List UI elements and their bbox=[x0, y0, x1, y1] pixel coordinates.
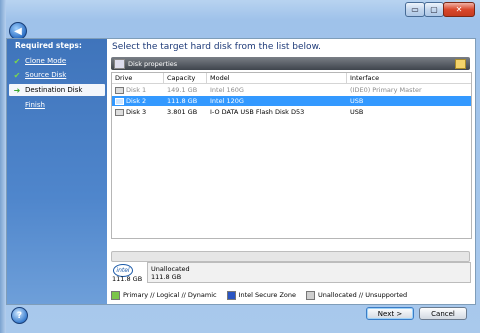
hard-disk-icon bbox=[115, 86, 124, 94]
wizard-body: Required steps: ✔ Clone Mode ✔ Source Di… bbox=[6, 38, 476, 305]
table-header: Drive Capacity Model Interface bbox=[112, 73, 471, 84]
legend-item-secure-zone: Intel Secure Zone bbox=[226, 290, 296, 300]
arrow-right-icon: ➜ bbox=[13, 85, 21, 95]
column-header-model[interactable]: Model bbox=[207, 73, 347, 83]
check-icon: ✔ bbox=[13, 56, 21, 66]
legend-item-primary: Primary // Logical // Dynamic bbox=[111, 290, 217, 300]
sidebar-item-finish[interactable]: Finish bbox=[9, 99, 105, 111]
drive-cell: Disk 2 bbox=[115, 96, 146, 106]
table-row[interactable]: Disk 1 149.1 GB Intel 160G (IDE0) Primar… bbox=[112, 85, 471, 95]
drive-cell: Disk 1 bbox=[115, 85, 146, 95]
hard-disk-icon bbox=[115, 97, 124, 105]
hard-disk-icon bbox=[115, 108, 124, 116]
capacity-cell: 111.8 GB bbox=[167, 97, 198, 105]
interface-cell: USB bbox=[350, 108, 364, 116]
legend-swatch bbox=[111, 290, 120, 300]
interface-cell: USB bbox=[350, 97, 364, 105]
column-header-drive[interactable]: Drive bbox=[112, 73, 164, 83]
partition-legend: Primary // Logical // Dynamic Intel Secu… bbox=[111, 290, 470, 300]
disk-table: Drive Capacity Model Interface Disk 1 14… bbox=[111, 72, 472, 239]
check-icon: ✔ bbox=[13, 70, 21, 80]
sidebar-item-destination-disk[interactable]: ➜ Destination Disk bbox=[9, 84, 105, 96]
disk-map-scrollbar[interactable] bbox=[111, 251, 470, 262]
capacity-cell: 149.1 GB bbox=[167, 86, 198, 94]
minimize-button[interactable]: ▭ bbox=[405, 2, 425, 17]
interface-cell: (IDE0) Primary Master bbox=[350, 86, 422, 94]
help-button[interactable]: ? bbox=[11, 307, 28, 324]
model-cell: I-O DATA USB Flash Disk D53 bbox=[210, 108, 305, 116]
sidebar-item-label: Finish bbox=[25, 101, 45, 109]
step-pending-icon bbox=[12, 100, 22, 110]
next-button[interactable]: Next > bbox=[366, 307, 414, 320]
main-content: Select the target hard disk from the lis… bbox=[107, 39, 475, 304]
partition-label: Unallocated bbox=[151, 265, 190, 273]
disk-map: intel 111.8 GB Unallocated 111.8 GB bbox=[111, 251, 471, 283]
capacity-cell: 3.801 GB bbox=[167, 108, 198, 116]
sidebar-item-source-disk[interactable]: ✔ Source Disk bbox=[9, 69, 105, 81]
model-cell: Intel 120G bbox=[210, 97, 244, 105]
unallocated-partition[interactable]: Unallocated 111.8 GB bbox=[147, 262, 471, 283]
table-row[interactable]: Disk 3 3.801 GB I-O DATA USB Flash Disk … bbox=[112, 107, 471, 117]
steps-sidebar: Required steps: ✔ Clone Mode ✔ Source Di… bbox=[7, 39, 107, 304]
model-cell: Intel 160G bbox=[210, 86, 244, 94]
sidebar-item-clone-mode[interactable]: ✔ Clone Mode bbox=[9, 55, 105, 67]
disk-properties-button[interactable]: Disk properties bbox=[128, 60, 177, 68]
legend-swatch bbox=[226, 290, 236, 300]
wizard-window: ▭ ▢ ✕ ◀ Required steps: ✔ Clone Mode ✔ S… bbox=[0, 0, 480, 333]
close-button[interactable]: ✕ bbox=[443, 2, 475, 17]
sidebar-item-label: Clone Mode bbox=[25, 57, 67, 65]
back-arrow-icon: ◀ bbox=[14, 25, 22, 37]
sidebar-item-label: Destination Disk bbox=[25, 86, 83, 94]
legend-swatch bbox=[306, 290, 316, 300]
close-icon: ✕ bbox=[455, 5, 463, 14]
legend-item-unallocated: Unallocated // Unsupported bbox=[306, 290, 407, 300]
folder-icon[interactable] bbox=[455, 59, 466, 69]
disk-size-label: 111.8 GB bbox=[112, 275, 143, 283]
disk-toolbar: Disk properties bbox=[111, 57, 470, 70]
help-icon: ? bbox=[16, 310, 23, 321]
title-bar: ▭ ▢ ✕ bbox=[0, 0, 480, 20]
sidebar-item-label: Source Disk bbox=[25, 71, 67, 79]
drive-cell: Disk 3 bbox=[115, 107, 146, 117]
partition-size: 111.8 GB bbox=[151, 273, 182, 281]
disk-properties-icon bbox=[114, 58, 125, 69]
steps-title: Required steps: bbox=[15, 41, 82, 50]
cancel-button[interactable]: Cancel bbox=[419, 307, 467, 320]
maximize-button[interactable]: ▢ bbox=[424, 2, 444, 17]
column-header-capacity[interactable]: Capacity bbox=[164, 73, 207, 83]
table-row[interactable]: Disk 2 111.8 GB Intel 120G USB bbox=[112, 96, 471, 106]
column-header-interface[interactable]: Interface bbox=[347, 73, 471, 83]
maximize-icon: ▢ bbox=[430, 5, 438, 14]
page-title: Select the target hard disk from the lis… bbox=[112, 42, 321, 52]
minimize-icon: ▭ bbox=[411, 5, 419, 14]
